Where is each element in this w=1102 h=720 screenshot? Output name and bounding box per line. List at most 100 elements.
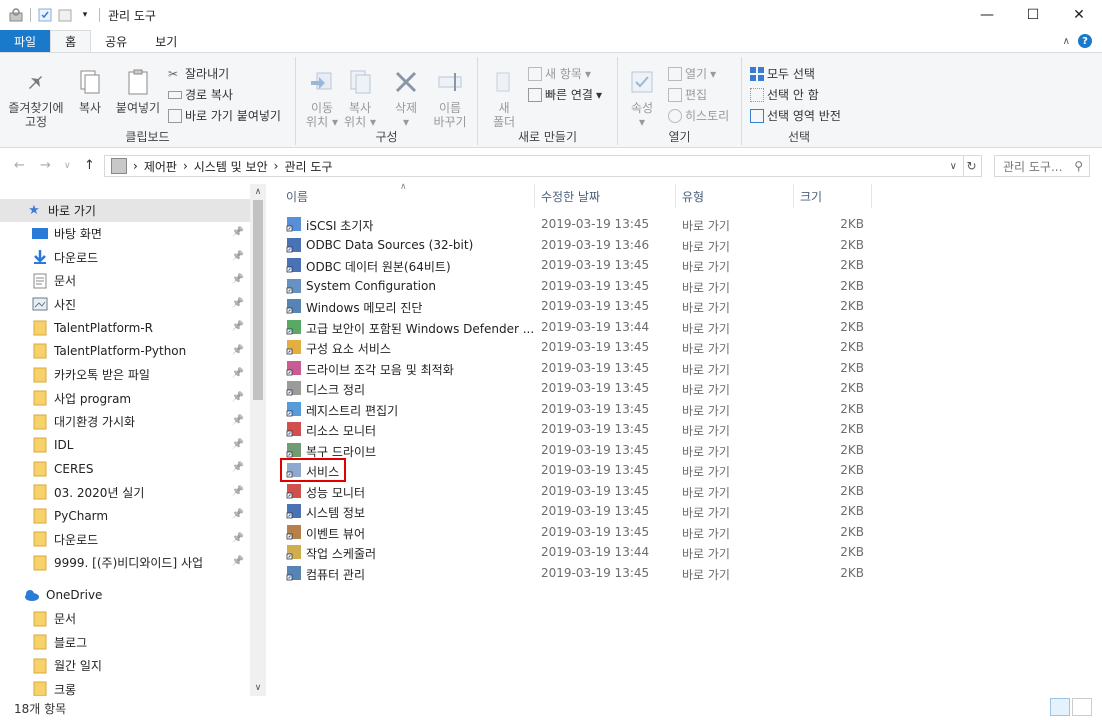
address-dropdown-icon[interactable]: ∨ (950, 161, 957, 172)
copy-button[interactable]: 복사 (72, 67, 108, 115)
edit-button[interactable]: 편집 (668, 86, 707, 103)
nav-onedrive[interactable]: OneDrive (0, 583, 250, 606)
nav-item[interactable]: 사업 program 📌 (0, 387, 250, 410)
nav-quick-access[interactable]: ★ 바로 가기 (0, 199, 250, 222)
nav-item[interactable]: 다운로드 📌 (0, 246, 250, 269)
file-row[interactable]: 리소스 모니터 2019-03-19 13:45 바로 가기 2KB (280, 419, 880, 439)
nav-item[interactable]: TalentPlatform-Python 📌 (0, 340, 250, 363)
pin-icon[interactable]: 📌 (232, 415, 244, 426)
pin-icon[interactable]: 📌 (232, 345, 244, 356)
control-panel-icon[interactable] (8, 7, 24, 23)
column-header-date[interactable]: 수정한 날짜 (535, 184, 676, 208)
pin-icon[interactable]: 📌 (232, 439, 244, 450)
scroll-thumb[interactable] (253, 200, 263, 400)
address-bar[interactable]: › 제어판 › 시스템 및 보안 › 관리 도구 ∨ (104, 155, 964, 177)
file-row[interactable]: 레지스트리 편집기 2019-03-19 13:45 바로 가기 2KB (280, 399, 880, 419)
breadcrumb-system-security[interactable]: 시스템 및 보안 (194, 158, 268, 175)
search-box[interactable]: 관리 도구... ⚲ (994, 155, 1090, 177)
recent-dropdown-icon[interactable]: ∨ (64, 161, 71, 171)
file-row[interactable]: 성능 모니터 2019-03-19 13:45 바로 가기 2KB (280, 481, 880, 501)
details-view-icon[interactable] (1050, 698, 1070, 716)
back-arrow-icon[interactable]: ← (14, 158, 25, 173)
onedrive-item[interactable]: 월간 일지 (0, 654, 250, 677)
file-row[interactable]: Windows 메모리 진단 2019-03-19 13:45 바로 가기 2KB (280, 296, 880, 316)
file-row[interactable]: ODBC Data Sources (32-bit) 2019-03-19 13:… (280, 235, 880, 255)
open-button[interactable]: 열기 ▾ (668, 65, 716, 82)
onedrive-item[interactable]: 문서 (0, 607, 250, 630)
file-row[interactable]: 디스크 정리 2019-03-19 13:45 바로 가기 2KB (280, 378, 880, 398)
invert-selection-button[interactable]: 선택 영역 반전 (750, 107, 841, 124)
select-all-button[interactable]: 모두 선택 (750, 65, 815, 82)
nav-item[interactable]: 03. 2020년 실기 📌 (0, 481, 250, 504)
pin-icon[interactable]: 📌 (232, 462, 244, 473)
file-row[interactable]: System Configuration 2019-03-19 13:45 바로 가… (280, 276, 880, 296)
breadcrumb-admin-tools[interactable]: 관리 도구 (284, 158, 332, 175)
file-row[interactable]: 이벤트 뷰어 2019-03-19 13:45 바로 가기 2KB (280, 522, 880, 542)
breadcrumb-control-panel[interactable]: 제어판 (144, 158, 177, 175)
nav-item[interactable]: TalentPlatform-R 📌 (0, 316, 250, 339)
easy-access-button[interactable]: 빠른 연결 ▾ (528, 86, 602, 103)
pin-icon[interactable]: 📌 (232, 509, 244, 520)
nav-item[interactable]: 사진 📌 (0, 293, 250, 316)
minimize-button[interactable]: — (964, 0, 1010, 30)
large-icons-view-icon[interactable] (1072, 698, 1092, 716)
file-row[interactable]: 구성 요소 서비스 2019-03-19 13:45 바로 가기 2KB (280, 337, 880, 357)
pin-icon[interactable]: 📌 (232, 392, 244, 403)
file-row[interactable]: 작업 스케줄러 2019-03-19 13:44 바로 가기 2KB (280, 542, 880, 562)
rename-button[interactable]: 이름 바꾸기 (430, 67, 470, 129)
onedrive-item[interactable]: 크롱 (0, 678, 250, 696)
tab-share[interactable]: 공유 (91, 30, 141, 52)
delete-button[interactable]: 삭제 ▾ (388, 67, 424, 129)
file-row[interactable]: 컴퓨터 관리 2019-03-19 13:45 바로 가기 2KB (280, 563, 880, 583)
select-none-button[interactable]: 선택 안 함 (750, 86, 819, 103)
scroll-up-icon[interactable]: ∧ (250, 184, 266, 200)
help-icon[interactable]: ? (1078, 34, 1092, 48)
pin-icon[interactable]: 📌 (232, 533, 244, 544)
pin-icon[interactable]: 📌 (232, 486, 244, 497)
scroll-down-icon[interactable]: ∨ (250, 680, 266, 696)
nav-item[interactable]: 카카오톡 받은 파일 📌 (0, 363, 250, 386)
file-row[interactable]: 고급 보안이 포함된 Windows Defender ... 2019-03-1… (280, 317, 880, 337)
new-folder-icon[interactable] (57, 7, 73, 23)
properties-icon[interactable] (37, 7, 53, 23)
pin-to-quick-access-button[interactable]: 즐겨찾기에 고정 (6, 67, 66, 129)
onedrive-item[interactable]: 블로그 (0, 631, 250, 654)
nav-item[interactable]: 다운로드 📌 (0, 528, 250, 551)
copy-to-button[interactable]: 복사 위치 ▾ (342, 67, 378, 129)
file-row[interactable]: 드라이브 조각 모음 및 최적화 2019-03-19 13:45 바로 가기 2KB (280, 358, 880, 378)
nav-item[interactable]: 문서 📌 (0, 269, 250, 292)
pin-icon[interactable]: 📌 (232, 274, 244, 285)
file-row[interactable]: iSCSI 초기자 2019-03-19 13:45 바로 가기 2KB (280, 214, 880, 234)
column-header-name[interactable]: 이름 ∧ (280, 182, 535, 208)
refresh-button[interactable]: ↻ (962, 155, 982, 177)
file-row[interactable]: ODBC 데이터 원본(64비트) 2019-03-19 13:45 바로 가기 2K… (280, 255, 880, 275)
pin-icon[interactable]: 📌 (232, 556, 244, 567)
up-arrow-icon[interactable]: ↑ (84, 158, 95, 173)
nav-item[interactable]: 대기환경 가시화 📌 (0, 410, 250, 433)
nav-item[interactable]: CERES 📌 (0, 457, 250, 480)
properties-button[interactable]: 속성 ▾ (624, 67, 660, 129)
nav-item[interactable]: IDL 📌 (0, 434, 250, 457)
pin-icon[interactable]: 📌 (232, 227, 244, 238)
move-to-button[interactable]: 이동 위치 ▾ (304, 67, 340, 129)
pin-icon[interactable]: 📌 (232, 298, 244, 309)
column-header-size[interactable]: 크기 (794, 184, 872, 208)
forward-arrow-icon[interactable]: → (40, 158, 51, 173)
maximize-button[interactable]: ☐ (1010, 0, 1056, 30)
close-button[interactable]: ✕ (1056, 0, 1102, 30)
file-row[interactable]: 시스템 정보 2019-03-19 13:45 바로 가기 2KB (280, 501, 880, 521)
paste-shortcut-button[interactable]: 바로 가기 붙여넣기 (168, 107, 281, 124)
tab-home[interactable]: 홈 (50, 30, 92, 52)
pin-icon[interactable]: 📌 (232, 368, 244, 379)
history-button[interactable]: 히스토리 (668, 107, 729, 124)
cut-button[interactable]: ✂ 잘라내기 (168, 65, 229, 82)
column-header-type[interactable]: 유형 (676, 184, 794, 208)
tab-file[interactable]: 파일 (0, 30, 51, 52)
copy-path-button[interactable]: 경로 복사 (168, 86, 233, 103)
new-item-button[interactable]: 새 항목 ▾ (528, 65, 591, 82)
file-row[interactable]: 복구 드라이브 2019-03-19 13:45 바로 가기 2KB (280, 440, 880, 460)
tab-view[interactable]: 보기 (141, 30, 191, 52)
nav-scrollbar[interactable]: ∧ ∨ (250, 184, 266, 696)
file-row[interactable]: 서비스 2019-03-19 13:45 바로 가기 2KB (280, 460, 880, 480)
pin-icon[interactable]: 📌 (232, 321, 244, 332)
